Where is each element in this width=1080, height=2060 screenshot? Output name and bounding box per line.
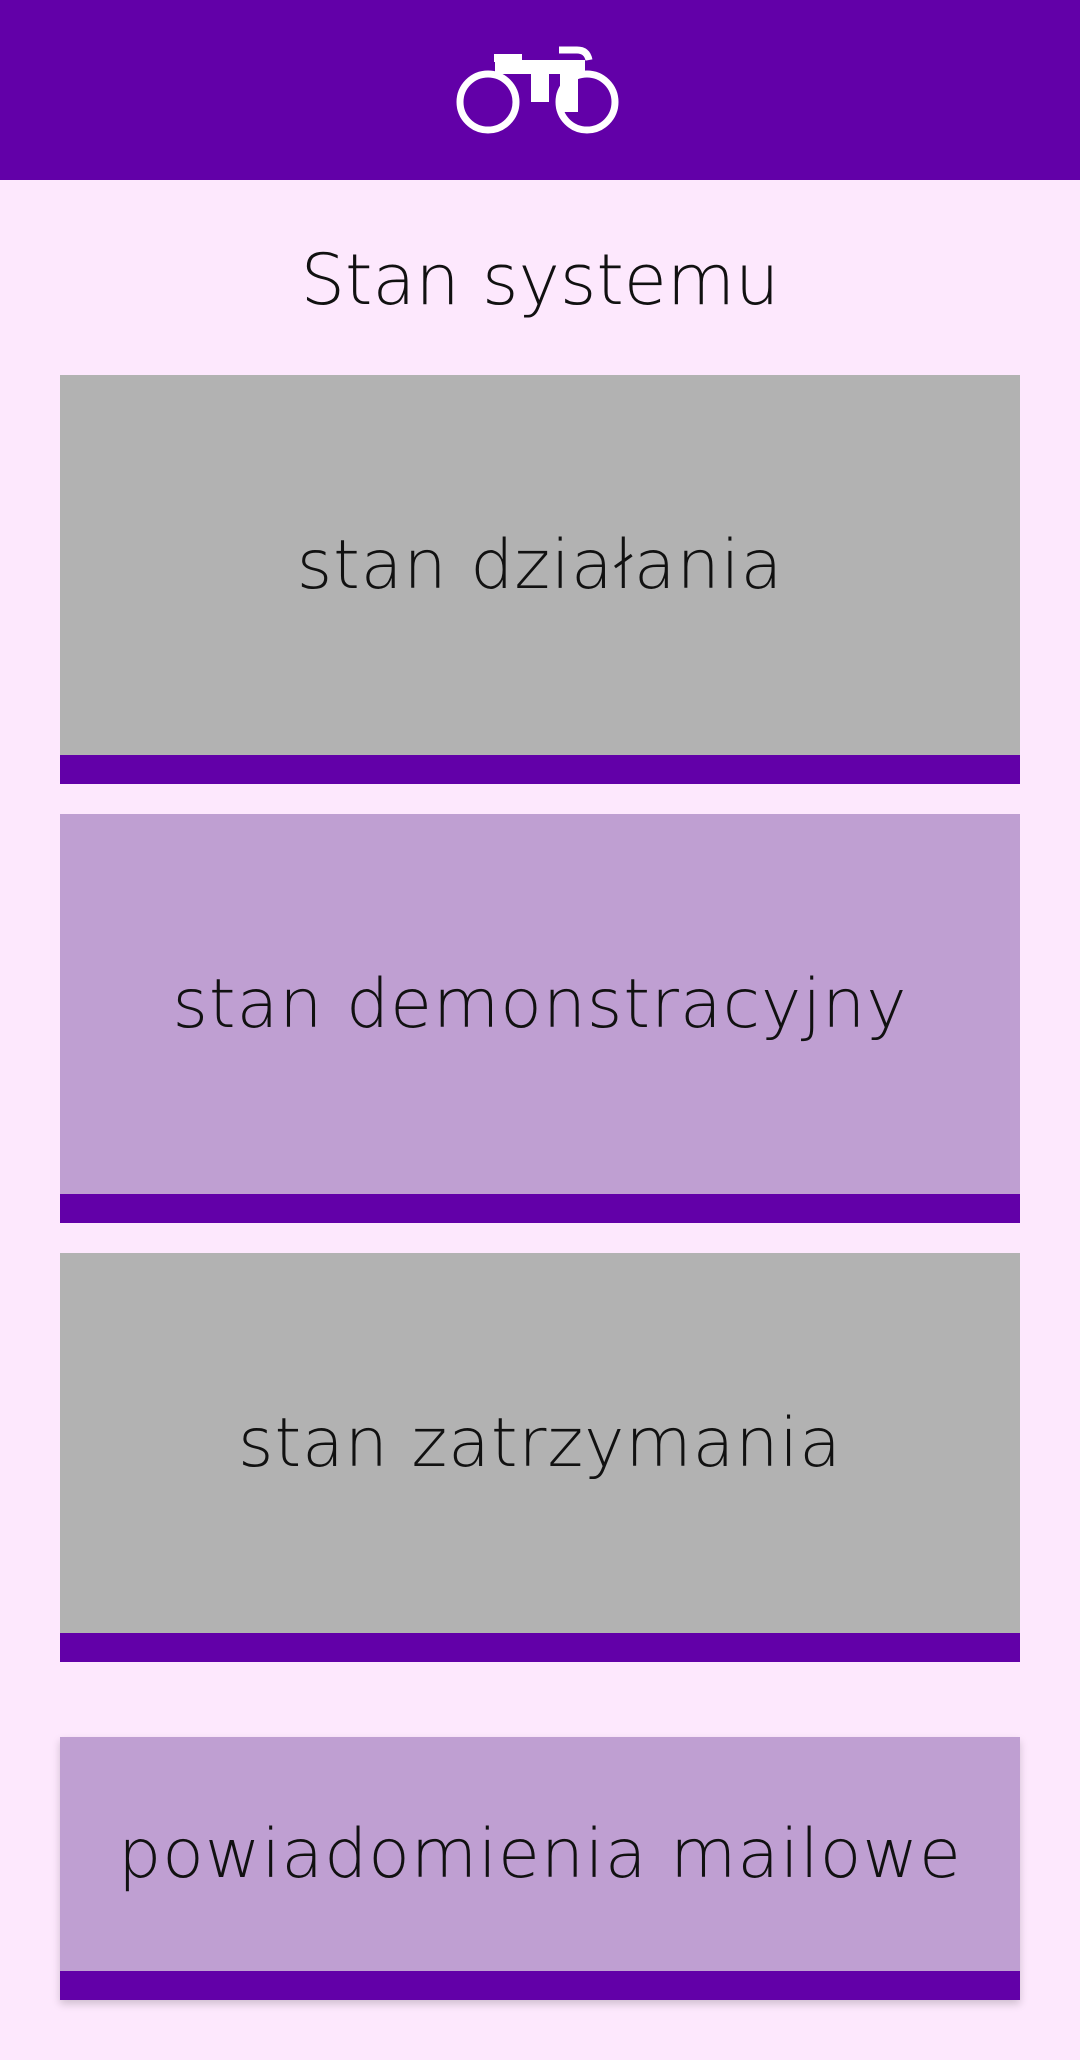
- state-stopped-label: stan zatrzymania: [238, 1403, 842, 1483]
- state-running-label: stan działania: [296, 525, 784, 605]
- page-title: Stan systemu: [300, 239, 780, 321]
- email-notifications-label: powiadomienia mailowe: [118, 1814, 962, 1894]
- state-running-button[interactable]: stan działania: [60, 375, 1020, 784]
- state-demo-label: stan demonstracyjny: [172, 964, 908, 1044]
- email-notifications-button[interactable]: powiadomienia mailowe: [60, 1737, 1020, 2000]
- app-header: [0, 0, 1080, 180]
- bicycle-icon: [455, 40, 625, 140]
- state-stopped-button[interactable]: stan zatrzymania: [60, 1253, 1020, 1662]
- state-demo-button[interactable]: stan demonstracyjny: [60, 814, 1020, 1223]
